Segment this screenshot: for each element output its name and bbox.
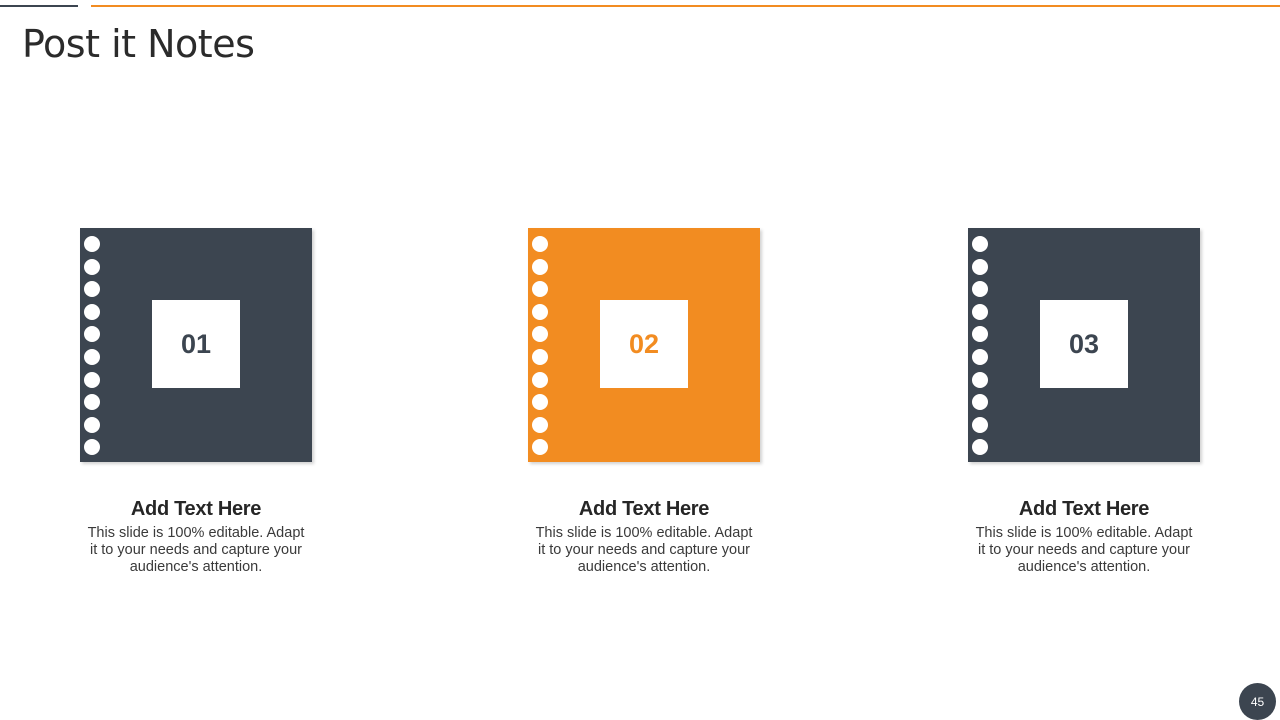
binder-hole [532, 326, 548, 343]
binder-hole [972, 394, 988, 411]
binder-hole [84, 326, 100, 343]
binder-hole [532, 416, 548, 433]
note-heading: Add Text Here [130, 498, 262, 520]
slide: Post it Notes 01 Add Text Here This slid… [0, 0, 1280, 720]
binder-hole [84, 258, 100, 275]
binder-hole [84, 349, 100, 365]
binder-holes [972, 236, 988, 456]
binder-hole [972, 416, 988, 433]
note-number-box: 01 [152, 300, 240, 388]
binder-hole [532, 349, 548, 365]
note-body: This slide is 100% editable. Adapt it to… [87, 525, 305, 575]
note-number-box: 02 [600, 300, 688, 388]
binder-hole [532, 236, 548, 252]
note-caption-3: Add Text Here This slide is 100% editabl… [968, 496, 1200, 576]
post-it-note-2: 02 [528, 228, 760, 462]
binder-hole [972, 439, 988, 456]
binder-hole [972, 281, 988, 298]
note-number-box: 03 [1040, 300, 1128, 388]
binder-hole [84, 236, 100, 252]
page-number: 45 [1250, 694, 1265, 709]
binder-hole [972, 371, 988, 388]
page-title: Post it Notes [22, 22, 255, 66]
binder-hole [972, 326, 988, 343]
note-heading: Add Text Here [1018, 498, 1150, 520]
binder-hole [84, 303, 100, 320]
binder-hole [84, 439, 100, 456]
note-caption-2: Add Text Here This slide is 100% editabl… [528, 496, 760, 576]
note-body: This slide is 100% editable. Adapt it to… [975, 525, 1193, 575]
binder-hole [532, 281, 548, 298]
binder-hole [532, 394, 548, 411]
binder-hole [972, 258, 988, 275]
note-caption-1: Add Text Here This slide is 100% editabl… [80, 496, 312, 576]
binder-hole [532, 371, 548, 388]
binder-hole [532, 303, 548, 320]
top-accent-line-dark [0, 5, 78, 7]
binder-hole [84, 416, 100, 433]
note-body: This slide is 100% editable. Adapt it to… [535, 525, 753, 575]
binder-hole [84, 371, 100, 388]
binder-hole [532, 439, 548, 456]
note-number: 03 [1068, 328, 1100, 359]
binder-hole [84, 281, 100, 298]
binder-holes [84, 236, 100, 456]
page-number-badge: 45 [1239, 683, 1276, 720]
note-heading: Add Text Here [578, 498, 710, 520]
note-number: 01 [180, 328, 212, 359]
binder-hole [972, 303, 988, 320]
binder-holes [532, 236, 548, 456]
post-it-note-1: 01 [80, 228, 312, 462]
note-number: 02 [628, 328, 660, 359]
binder-hole [84, 394, 100, 411]
top-accent-line-orange [91, 5, 1280, 7]
binder-hole [532, 258, 548, 275]
binder-hole [972, 349, 988, 365]
post-it-note-3: 03 [968, 228, 1200, 462]
binder-hole [972, 236, 988, 252]
